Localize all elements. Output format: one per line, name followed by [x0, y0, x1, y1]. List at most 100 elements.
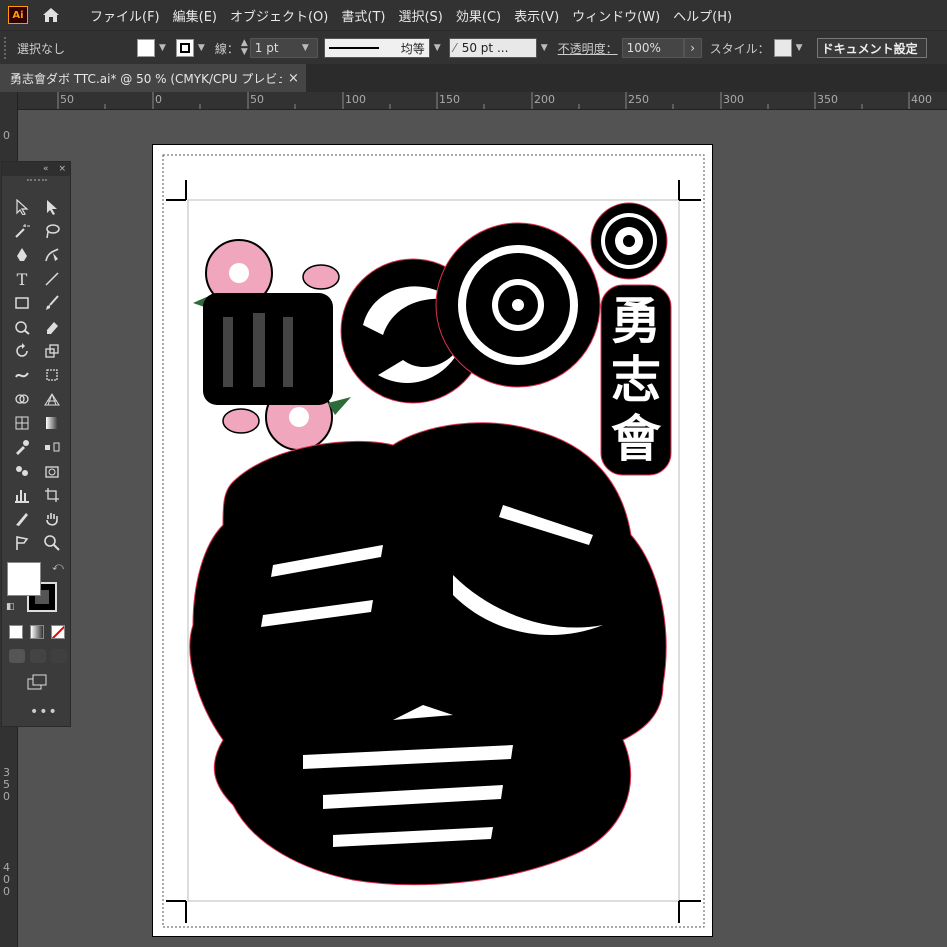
- chevron-down-icon: ▼: [301, 43, 309, 53]
- direct-selection-tool-icon[interactable]: [41, 196, 63, 218]
- rectangle-tool-icon[interactable]: [11, 292, 33, 314]
- perspective-grid-icon[interactable]: [41, 388, 63, 410]
- stepper-icon[interactable]: ▲ ▼: [241, 39, 248, 57]
- edit-toolbar-icon[interactable]: •••: [30, 704, 58, 720]
- brush-value: 50 pt ...: [461, 41, 509, 55]
- grip-handle[interactable]: [27, 179, 47, 183]
- gradient-mode-icon[interactable]: [30, 625, 44, 639]
- draw-inside-icon[interactable]: [51, 649, 67, 663]
- tools-panel: « × T ⤺ ◧ •••: [1, 161, 71, 727]
- chevron-down-icon[interactable]: ▼: [434, 43, 441, 53]
- warp-tool-icon[interactable]: [11, 364, 33, 386]
- blend-tool-icon[interactable]: [41, 436, 63, 458]
- zoom-tool-icon[interactable]: [41, 532, 63, 554]
- puppet-warp-icon[interactable]: [11, 532, 33, 554]
- style-swatch[interactable]: [773, 39, 792, 57]
- lasso-icon[interactable]: [41, 220, 63, 242]
- close-icon[interactable]: ×: [288, 71, 299, 86]
- hand-tool-icon[interactable]: [41, 508, 63, 530]
- selection-tool-icon[interactable]: [11, 196, 33, 218]
- line-tool-icon[interactable]: [41, 268, 63, 290]
- chevron-right-icon[interactable]: ›: [683, 38, 702, 58]
- horizontal-ruler[interactable]: 50 0 50 100 150 200 250 300 350 400: [17, 92, 947, 110]
- mesh-tool-icon[interactable]: [11, 412, 33, 434]
- draw-normal-icon[interactable]: [9, 649, 25, 663]
- menu-effect[interactable]: 効果(C): [456, 6, 501, 25]
- menu-select[interactable]: 選択(S): [398, 6, 442, 25]
- tools-panel-header[interactable]: « ×: [2, 162, 70, 176]
- ruler-label: 0: [3, 885, 10, 898]
- stroke-profile-value: 均等: [400, 41, 425, 56]
- document-setup-button[interactable]: ドキュメント設定: [816, 38, 927, 58]
- menu-window[interactable]: ウィンドウ(W): [572, 6, 660, 25]
- collapse-icon[interactable]: «: [43, 164, 49, 174]
- column-graph-icon[interactable]: [11, 484, 33, 506]
- menu-edit[interactable]: 編集(E): [173, 6, 217, 25]
- ruler-ticks: [57, 92, 910, 109]
- home-icon[interactable]: [40, 5, 62, 25]
- selection-status: 選択なし: [17, 41, 66, 56]
- slice-tool-icon[interactable]: [11, 508, 33, 530]
- stroke-label: 線：: [214, 41, 239, 56]
- profile-line-icon: [328, 47, 379, 49]
- type-tool-icon[interactable]: T: [11, 268, 33, 290]
- symbol-sprayer-icon[interactable]: [11, 460, 33, 482]
- eraser-icon[interactable]: [41, 316, 63, 338]
- rotate-tool-icon[interactable]: [11, 340, 33, 362]
- paintbrush-icon[interactable]: [41, 292, 63, 314]
- gradient-tool-icon[interactable]: [41, 412, 63, 434]
- screen-mode-icon[interactable]: [27, 674, 47, 694]
- menu-object[interactable]: オブジェクト(O): [230, 6, 328, 25]
- artwork-canvas: 勇 志 會: [162, 154, 705, 928]
- stroke-swatch[interactable]: [175, 39, 194, 57]
- fill-swatch[interactable]: [137, 39, 155, 57]
- document-tab[interactable]: 勇志會ダボ TTC.ai* @ 50 % (CMYK/CPU プレビュー) ×: [0, 64, 306, 92]
- artboard-tool-icon[interactable]: [41, 484, 63, 506]
- stroke-weight-field[interactable]: 1 pt ▼: [249, 38, 318, 58]
- menu-view[interactable]: 表示(V): [514, 6, 559, 25]
- curvature-tool-icon[interactable]: [41, 244, 63, 266]
- brush-dropdown[interactable]: ⁄ 50 pt ...: [448, 38, 537, 58]
- ruler-label: 0: [3, 873, 10, 886]
- title-char: 志: [611, 350, 661, 409]
- app-logo: Ai: [8, 6, 28, 24]
- stroke-profile-dropdown[interactable]: 均等: [323, 38, 430, 58]
- small-crest-icon: [590, 202, 668, 280]
- shaper-tool-icon[interactable]: [11, 316, 33, 338]
- menu-help[interactable]: ヘルプ(H): [673, 6, 732, 25]
- chevron-down-icon[interactable]: ▼: [541, 43, 548, 53]
- chevron-down-icon[interactable]: ▼: [198, 43, 205, 53]
- grip-handle[interactable]: [4, 37, 10, 59]
- draw-behind-icon[interactable]: [30, 649, 46, 663]
- ruler-label: 0: [3, 129, 10, 142]
- shape-builder-icon[interactable]: [11, 388, 33, 410]
- menu-file[interactable]: ファイル(F): [90, 6, 160, 25]
- style-label: スタイル：: [709, 41, 770, 56]
- opacity-label[interactable]: 不透明度：: [558, 40, 618, 57]
- chevron-down-icon[interactable]: ▼: [796, 43, 803, 53]
- none-mode-icon[interactable]: [51, 625, 65, 639]
- main-menu: ファイル(F) 編集(E) オブジェクト(O) 書式(T) 選択(S) 効果(C…: [90, 6, 745, 25]
- free-transform-icon[interactable]: [41, 364, 63, 386]
- eyedropper-icon[interactable]: [11, 436, 33, 458]
- artboard[interactable]: 勇 志 會: [152, 144, 713, 937]
- scale-tool-icon[interactable]: [41, 340, 63, 362]
- pen-tool-icon[interactable]: [11, 244, 33, 266]
- chevron-down-icon[interactable]: ▼: [159, 43, 166, 53]
- flower-crest-icon: [435, 222, 601, 388]
- default-colors-icon[interactable]: ◧: [6, 602, 15, 612]
- opacity-field[interactable]: 100%: [621, 38, 684, 58]
- ruler-label: 5: [3, 778, 10, 791]
- document-tab-bar: 勇志會ダボ TTC.ai* @ 50 % (CMYK/CPU プレビュー) ×: [0, 64, 947, 92]
- swap-icon[interactable]: ⤺: [52, 560, 64, 574]
- stylized-glyph: [203, 293, 333, 405]
- fill-color-box[interactable]: [7, 562, 41, 596]
- close-icon[interactable]: ×: [58, 164, 66, 174]
- ruler-label: 3: [3, 766, 10, 779]
- camera-tool-icon[interactable]: [41, 460, 63, 482]
- main-calligraphy-artwork: [189, 422, 667, 886]
- stroke-weight-value: 1 pt: [254, 41, 279, 55]
- menu-type[interactable]: 書式(T): [341, 6, 385, 25]
- color-mode-icon[interactable]: [9, 625, 23, 639]
- magic-wand-icon[interactable]: [11, 220, 33, 242]
